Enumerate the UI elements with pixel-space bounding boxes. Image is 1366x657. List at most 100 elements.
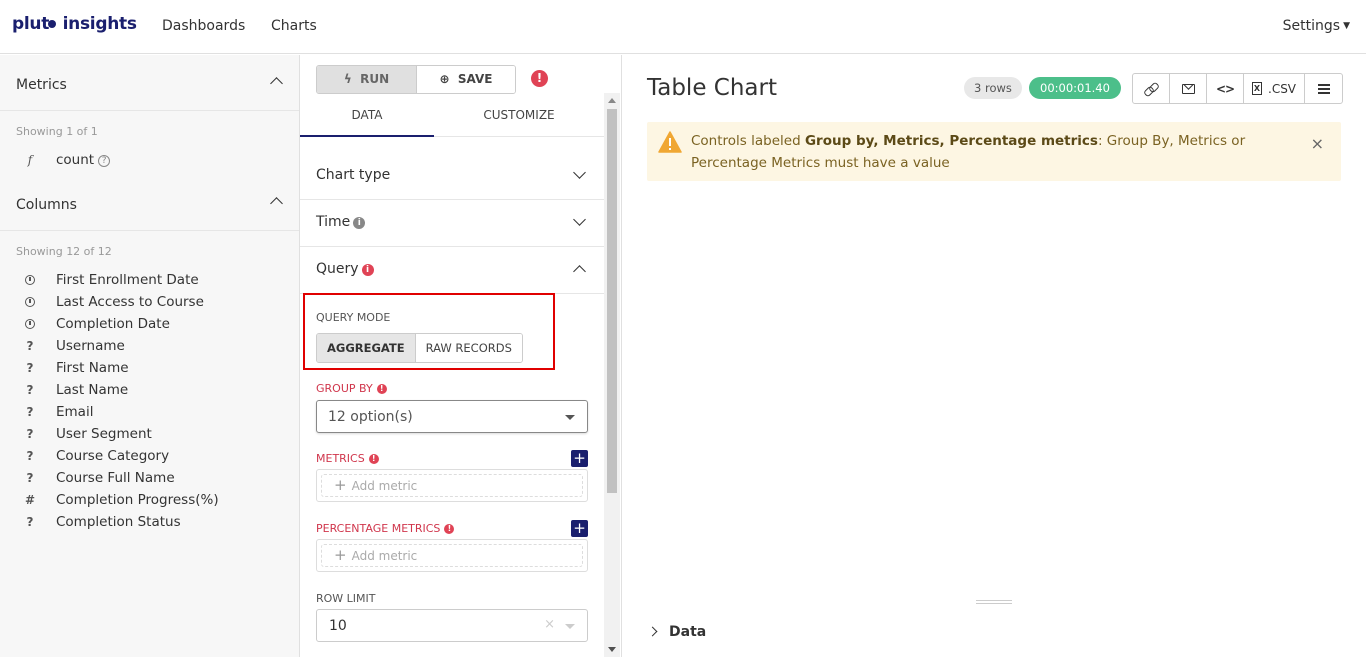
query-mode-label: QUERY MODE [316,311,391,324]
column-label: Completion Date [56,316,170,332]
embed-code-button[interactable]: <> [1207,74,1244,103]
metrics-section-header[interactable]: Metrics [0,55,299,111]
time-section[interactable]: Time i [300,200,604,247]
export-csv-button[interactable]: X .CSV [1244,74,1306,103]
scroll-thumb[interactable] [607,109,617,493]
warning-alert: Controls labeled Group by, Metrics, Perc… [647,122,1341,181]
chevron-up-icon [573,265,586,278]
function-icon: f [27,153,33,167]
email-button[interactable] [1170,74,1207,103]
settings-menu[interactable]: Settings ▼ [1283,18,1350,34]
metric-item[interactable]: f count? [24,152,111,174]
add-metric-plus-button[interactable]: + [571,450,588,467]
chevron-down-icon [573,213,586,226]
column-item[interactable]: ? Last Name [24,382,129,404]
query-section[interactable]: Query i [300,247,604,294]
chevron-up-icon [270,197,283,210]
scroll-down-icon[interactable] [608,647,616,652]
column-item[interactable]: ? Course Full Name [24,470,175,492]
string-type-icon: ? [26,383,34,397]
run-save-group: ϟ RUN ⊕ SAVE [316,65,516,94]
column-label: Email [56,404,94,420]
metric-label: count [56,152,95,168]
dropdown-arrow-icon [565,415,575,420]
add-metric-button[interactable]: + Add metric [321,474,583,497]
error-icon[interactable]: ! [531,70,548,87]
string-type-icon: ? [26,449,34,463]
datasource-panel: Metrics Showing 1 of 1 f count? Columns S… [0,55,300,657]
column-label: Completion Status [56,514,181,530]
logo[interactable]: plut insights [12,14,137,34]
numeric-type-icon: # [24,493,36,507]
column-label: First Name [56,360,129,376]
string-type-icon: ? [26,339,34,353]
chart-panel: Table Chart 3 rows 00:00:01.40 <> X .CSV … [622,55,1366,657]
tab-customize[interactable]: CUSTOMIZE [452,97,586,137]
row-limit-select[interactable]: 10 × [316,609,588,642]
section-title: Query i [316,261,374,277]
clock-icon [25,275,35,285]
section-title: Chart type [316,167,391,183]
run-button[interactable]: ϟ RUN [317,66,416,93]
info-icon[interactable]: i [353,217,366,229]
column-item[interactable]: ? Email [24,404,94,426]
column-label: First Enrollment Date [56,272,199,288]
column-item[interactable]: # Completion Progress(%) [24,492,219,514]
required-icon: ! [444,524,455,534]
resize-handle[interactable] [976,600,1012,604]
add-percentage-metric-button[interactable]: + Add metric [321,544,583,567]
column-item[interactable]: ? Completion Status [24,514,181,536]
column-item[interactable]: ? User Segment [24,426,152,448]
logo-dot-icon [48,20,57,28]
column-item[interactable]: ? Username [24,338,125,360]
metrics-field: + Add metric [316,469,588,502]
nav-charts-link[interactable]: Charts [271,18,317,34]
envelope-icon [1181,83,1195,94]
column-item[interactable]: First Enrollment Date [24,272,199,294]
hamburger-icon [1317,83,1330,94]
panel-tabs: DATA CUSTOMIZE [300,97,604,137]
required-icon: ! [376,384,387,394]
columns-count: Showing 12 of 12 [16,245,112,258]
data-pane-toggle[interactable]: Data [647,624,706,640]
chevron-right-icon [647,626,658,637]
plus-circle-icon: ⊕ [439,72,450,86]
aggregate-button[interactable]: AGGREGATE [317,334,416,362]
chevron-up-icon [270,77,283,90]
save-button[interactable]: ⊕ SAVE [416,66,515,93]
nav-dashboards-link[interactable]: Dashboards [162,18,245,34]
more-menu-button[interactable] [1305,74,1342,103]
string-type-icon: ? [26,427,34,441]
column-item[interactable]: Completion Date [24,316,170,338]
close-icon[interactable]: × [1311,134,1324,153]
metrics-count: Showing 1 of 1 [16,125,98,138]
dropdown-arrow-icon [565,624,575,629]
help-icon[interactable]: ? [98,155,111,167]
column-label: User Segment [56,426,152,442]
clock-icon [25,297,35,307]
chart-type-section[interactable]: Chart type [300,153,604,200]
metrics-label: METRICS! [316,452,379,465]
plus-icon: + [334,546,347,564]
percentage-metrics-field: + Add metric [316,539,588,572]
column-item[interactable]: ? Course Category [24,448,170,470]
clear-icon[interactable]: × [544,617,555,632]
error-info-icon[interactable]: i [361,264,374,276]
caret-down-icon: ▼ [1343,21,1350,31]
copy-link-button[interactable] [1133,74,1170,103]
raw-records-button[interactable]: RAW RECORDS [415,334,522,362]
chart-title[interactable]: Table Chart [647,75,777,101]
column-label: Course Full Name [56,470,175,486]
column-label: Course Category [56,448,170,464]
plus-icon: + [334,476,347,494]
column-item[interactable]: ? First Name [24,360,129,382]
string-type-icon: ? [26,515,34,529]
column-item[interactable]: Last Access to Course [24,294,204,316]
add-percentage-metric-plus-button[interactable]: + [571,520,588,537]
scrollbar[interactable] [604,93,620,657]
tab-data[interactable]: DATA [300,97,434,137]
scroll-up-icon[interactable] [608,98,616,103]
group-by-select[interactable]: 12 option(s) [316,400,588,433]
column-label: Completion Progress(%) [56,492,219,508]
columns-section-header[interactable]: Columns [0,175,299,231]
